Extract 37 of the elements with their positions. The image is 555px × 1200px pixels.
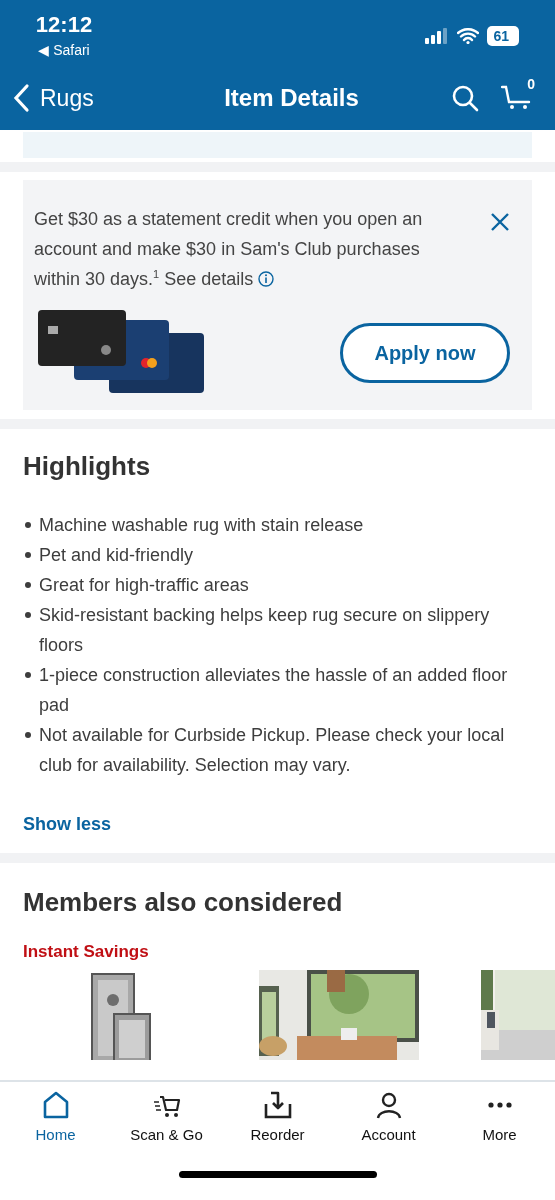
bullet-icon xyxy=(25,732,31,738)
page-title: Item Details xyxy=(223,84,360,113)
show-less-link[interactable]: Show less xyxy=(23,814,112,835)
see-details-link[interactable]: See details xyxy=(164,269,275,289)
wifi-icon xyxy=(457,28,480,44)
tab-item[interactable]: Account xyxy=(338,1090,439,1143)
close-icon[interactable] xyxy=(490,212,510,232)
highlight-text: Pet and kid-friendly xyxy=(39,544,194,567)
highlight-text: Great for high-traffic areas xyxy=(39,574,249,597)
bullet-icon xyxy=(25,582,31,588)
bullet-icon xyxy=(25,612,31,618)
tab-item[interactable]: Scan & Go xyxy=(116,1090,217,1143)
highlight-text: Not available for Curbside Pickup. Please check your local club for availability. Selection may vary. xyxy=(39,724,506,777)
bullet-icon xyxy=(25,522,31,528)
more-icon xyxy=(486,1101,513,1109)
tray-download-icon xyxy=(262,1090,293,1120)
status-time: 12:12 xyxy=(35,12,93,38)
highlight-text: 1-piece construction alleviates the hassle of an added floor pad xyxy=(39,664,509,717)
tab-item[interactable]: Home xyxy=(5,1090,106,1143)
tab-item[interactable]: More xyxy=(449,1090,550,1143)
instant-savings-label: Instant Savings xyxy=(23,942,150,962)
info-icon xyxy=(258,271,275,287)
battery-level: 61 xyxy=(487,26,519,46)
section-heading: Highlights xyxy=(23,451,152,482)
highlight-text: Machine washable rug with stain release xyxy=(39,514,364,537)
signal-icon xyxy=(425,28,450,44)
section-heading: Members also considered xyxy=(23,887,344,918)
search-icon[interactable] xyxy=(451,84,479,113)
back-to-app-link[interactable]: ◀ Safari xyxy=(38,42,90,58)
apply-now-button[interactable]: Apply now xyxy=(340,323,510,383)
promo-text: Get $30 as a statement credit when you open an account and make $30 in Sam's Club purchases within 30 days.$^{1}$ See details xyxy=(34,208,424,291)
highlight-text: Skid-resistant backing helps keep rug secure on slippery floors xyxy=(39,604,491,657)
bullet-icon xyxy=(25,672,31,678)
bullet-icon xyxy=(25,552,31,558)
back-button[interactable]: Rugs xyxy=(12,83,172,114)
tab-item[interactable]: Reorder xyxy=(227,1090,328,1143)
back-icon xyxy=(12,83,30,114)
